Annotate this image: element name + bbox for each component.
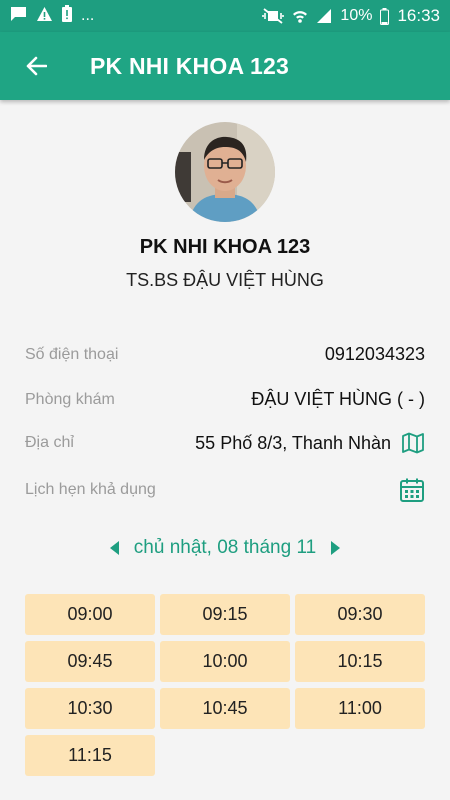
phone-value-text: 0912034323 xyxy=(324,344,425,364)
page-title: PK NHI KHOA 123 xyxy=(90,52,289,79)
wifi-icon xyxy=(292,8,308,24)
battery-alert-icon xyxy=(62,5,72,27)
status-bar: ... 10% 16:33 xyxy=(0,0,450,32)
prev-date-button[interactable] xyxy=(108,540,120,556)
address-value-text: 55 Phố 8/3, Thanh Nhàn xyxy=(195,432,391,453)
clinic-value-text: ĐẬU VIỆT HÙNG ( - ) xyxy=(251,389,425,409)
time-slot[interactable]: 10:00 xyxy=(160,641,290,682)
time-slot-grid: 09:00 09:15 09:30 09:45 10:00 10:15 10:3… xyxy=(25,594,425,776)
time-slot[interactable]: 09:30 xyxy=(295,594,425,635)
phone-value[interactable]: 0912034323 xyxy=(325,344,425,365)
chat-icon xyxy=(10,6,27,27)
next-date-button[interactable] xyxy=(330,540,342,556)
time-slot[interactable]: 09:45 xyxy=(25,641,155,682)
time-slot[interactable]: 10:45 xyxy=(160,688,290,729)
battery-percent: 10% xyxy=(340,7,373,24)
date-navigator: chủ nhật, 08 tháng 11 xyxy=(0,537,450,559)
status-right: 10% 16:33 xyxy=(262,6,440,26)
map-icon[interactable] xyxy=(401,431,425,455)
avatar xyxy=(175,122,275,222)
time-slot[interactable]: 11:00 xyxy=(295,688,425,729)
vibrate-mute-icon xyxy=(262,8,285,24)
clinic-name: PK NHI KHOA 123 xyxy=(139,236,311,258)
schedule-calendar[interactable] xyxy=(399,477,425,503)
clinic-row: Phòng khám ĐẬU VIỆT HÙNG ( - ) xyxy=(25,389,425,410)
time-slot[interactable]: 10:15 xyxy=(295,641,425,682)
time-slot[interactable]: 10:30 xyxy=(25,688,155,729)
phone-label: Số điện thoại xyxy=(25,345,119,363)
time-slot[interactable]: 09:15 xyxy=(160,594,290,635)
address-row: Địa chỉ 55 Phố 8/3, Thanh Nhàn xyxy=(25,431,425,455)
address-label: Địa chỉ xyxy=(25,434,74,451)
warning-icon xyxy=(36,6,53,27)
doctor-name: TS.BS ĐẬU VIỆT HÙNG xyxy=(126,270,324,290)
app-bar: PK NHI KHOA 123 xyxy=(0,32,450,100)
phone-row: Số điện thoại 0912034323 xyxy=(25,344,425,365)
status-more: ... xyxy=(81,7,95,24)
schedule-label: Lịch hẹn khả dụng xyxy=(25,481,156,498)
clinic-value: ĐẬU VIỆT HÙNG ( - ) xyxy=(251,389,425,410)
clock: 16:33 xyxy=(397,6,440,25)
arrow-back-icon xyxy=(26,56,47,76)
current-date: chủ nhật, 08 tháng 11 xyxy=(133,537,317,558)
time-slot[interactable]: 11:15 xyxy=(25,735,155,776)
calendar-icon[interactable] xyxy=(399,477,425,503)
caret-left-icon xyxy=(109,541,119,555)
address-value[interactable]: 55 Phố 8/3, Thanh Nhàn xyxy=(195,431,425,455)
schedule-row: Lịch hẹn khả dụng xyxy=(25,477,425,503)
battery-icon xyxy=(380,7,390,25)
back-button[interactable] xyxy=(16,46,56,86)
status-left: ... xyxy=(10,5,94,27)
clinic-label: Phòng khám xyxy=(25,390,115,408)
time-slot[interactable]: 09:00 xyxy=(25,594,155,635)
caret-right-icon xyxy=(331,541,341,555)
signal-icon xyxy=(316,8,332,24)
